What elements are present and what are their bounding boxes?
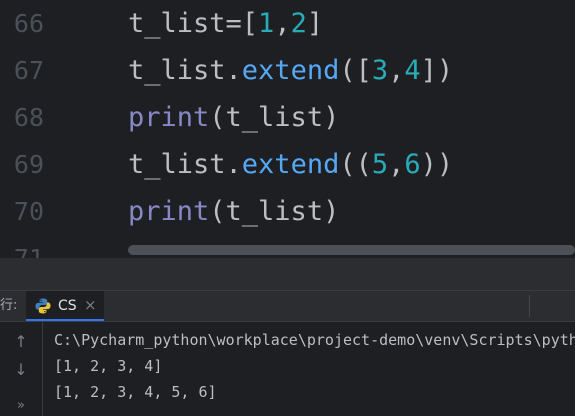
tab-cs[interactable]: CS × — [26, 291, 104, 321]
code-token: (( — [339, 149, 372, 180]
code-token: ] — [306, 8, 324, 39]
double-chevron-icon[interactable]: » — [12, 396, 30, 416]
console-output[interactable]: C:\Pycharm_python\workplace\project-demo… — [54, 327, 575, 416]
line-number: 69 — [13, 150, 44, 179]
line-number: 70 — [13, 197, 44, 226]
code-token: print — [128, 102, 210, 133]
line-number: 66 — [13, 9, 44, 38]
line-number: 68 — [13, 103, 44, 132]
code-token: t_list. — [128, 149, 242, 180]
horizontal-scrollbar[interactable] — [128, 245, 575, 255]
down-arrow-icon[interactable]: ↓ — [12, 360, 30, 380]
code-token: , — [388, 55, 405, 86]
code-token: ]) — [420, 55, 454, 86]
line-number-gutter: 66 67 68 69 70 71 — [0, 0, 113, 258]
code-token: 3 — [371, 55, 389, 86]
code-token: (t_list) — [209, 102, 340, 133]
run-tool-window: 行: CS × ↑ ↓ » C:\Pycharm_python\workplac… — [0, 290, 575, 416]
code-token: 1 — [258, 8, 275, 39]
code-token: (t_list) — [209, 196, 340, 227]
run-tool-header: 行: CS × — [0, 291, 575, 322]
console-toolbar: ↑ ↓ » — [0, 322, 43, 416]
close-icon[interactable]: × — [84, 296, 97, 314]
console-line: [1, 2, 3, 4] — [54, 357, 163, 375]
divider — [529, 295, 530, 317]
code-token: extend — [241, 149, 340, 180]
code-token: t_list=[ — [128, 8, 259, 39]
code-token: 4 — [404, 55, 421, 86]
code-token: )) — [420, 149, 454, 180]
code-token: 2 — [290, 8, 307, 39]
code-line[interactable]: t_list.extend((5,6)) — [128, 141, 453, 188]
code-line[interactable]: print(t_list) — [128, 94, 339, 141]
code-line[interactable]: t_list.extend([3,4]) — [128, 47, 453, 94]
code-token: print — [128, 196, 210, 227]
code-token: ([ — [339, 55, 372, 86]
console-line: C:\Pycharm_python\workplace\project-demo… — [54, 331, 575, 349]
code-token: , — [274, 8, 291, 39]
code-token: 5 — [371, 149, 389, 180]
python-icon — [35, 298, 51, 314]
code-token: 6 — [404, 149, 421, 180]
code-editor[interactable]: 66 67 68 69 70 71 t_list=[1,2] t_list.ex… — [0, 0, 575, 258]
line-number: 67 — [13, 56, 44, 85]
console-line: [1, 2, 3, 4, 5, 6] — [54, 383, 217, 401]
run-panel-label: 行: — [0, 298, 18, 313]
code-token: , — [388, 149, 405, 180]
ide-window: 66 67 68 69 70 71 t_list=[1,2] t_list.ex… — [0, 0, 575, 416]
tab-label: CS — [58, 298, 77, 314]
code-token: extend — [241, 55, 340, 86]
up-arrow-icon[interactable]: ↑ — [12, 332, 30, 352]
code-line[interactable]: t_list=[1,2] — [128, 0, 323, 47]
code-line[interactable]: print(t_list) — [128, 188, 339, 235]
code-area[interactable]: t_list=[1,2] t_list.extend([3,4]) print(… — [113, 0, 575, 258]
line-number: 71 — [0, 235, 44, 258]
code-token: t_list. — [128, 55, 242, 86]
